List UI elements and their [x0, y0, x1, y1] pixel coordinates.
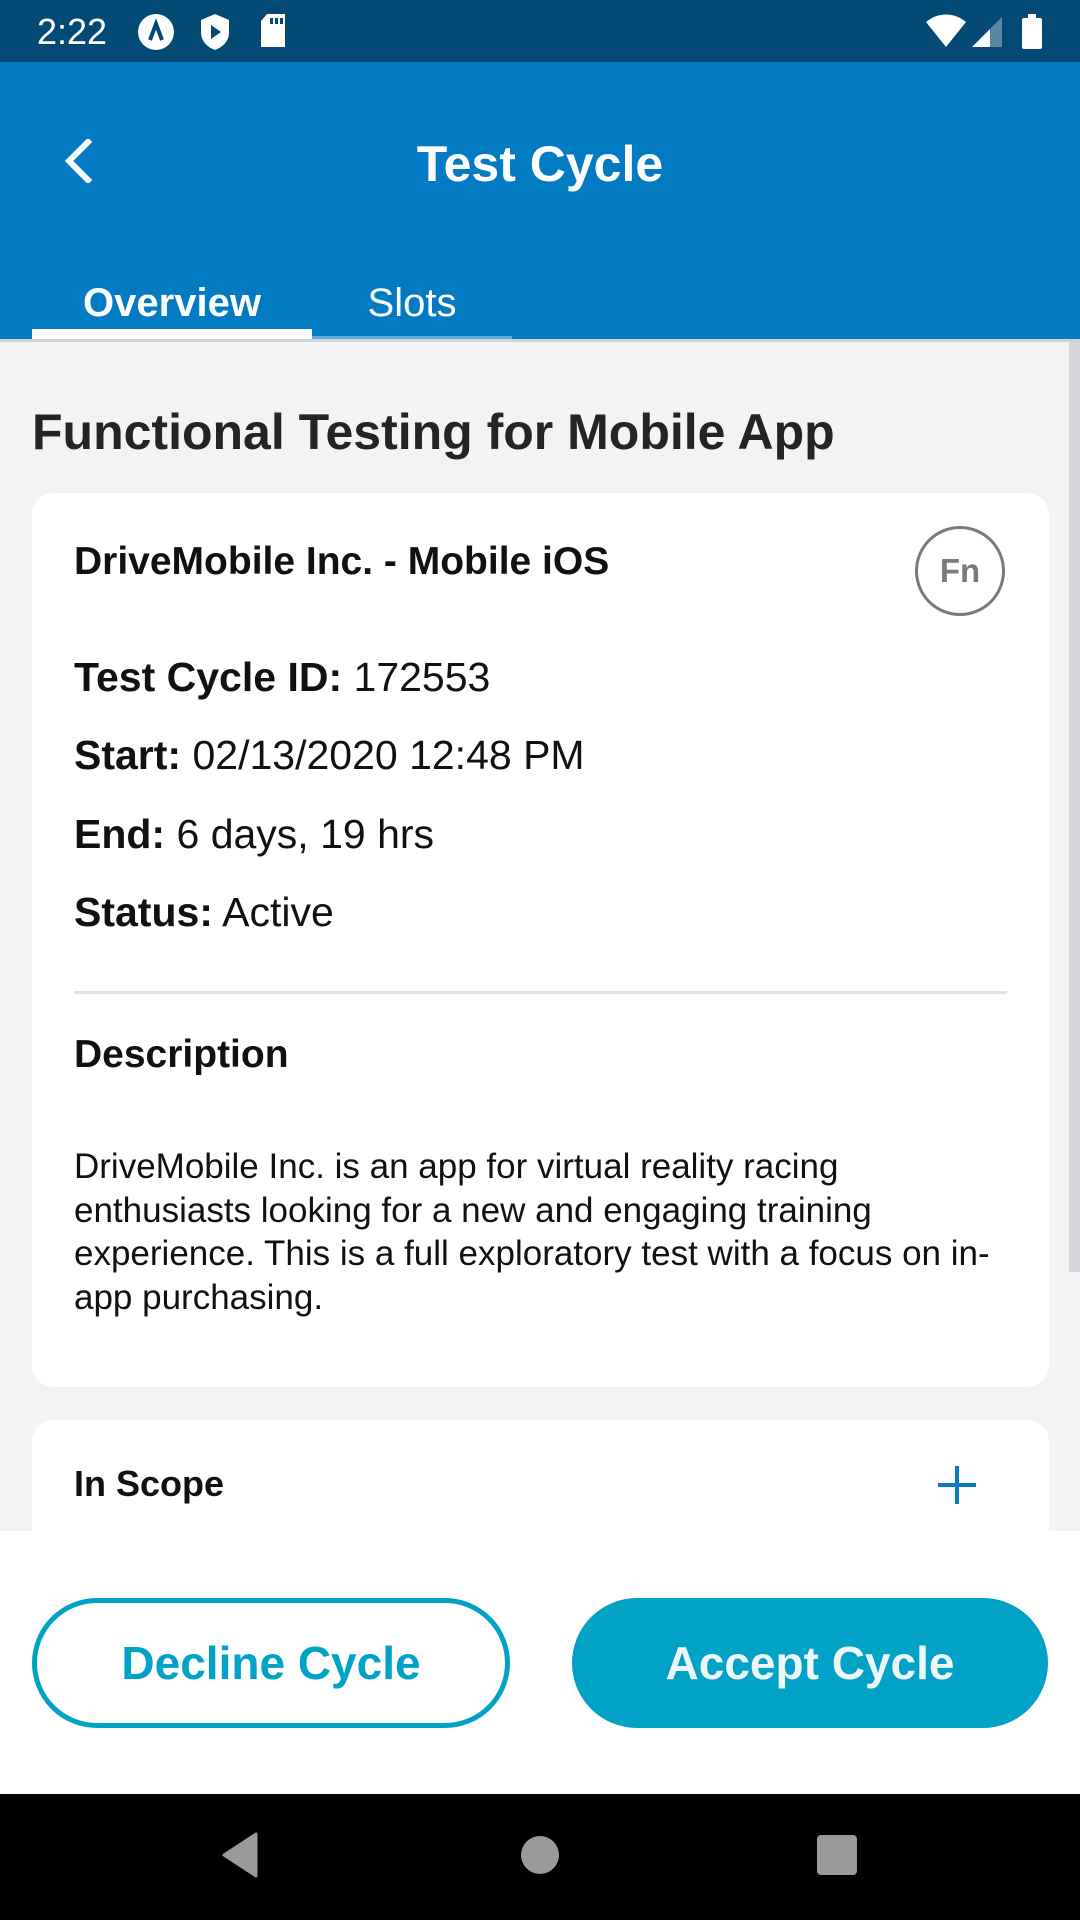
- app-notification-icon: [137, 13, 175, 56]
- field-value: 02/13/2020 12:48 PM: [192, 732, 585, 778]
- accept-cycle-button[interactable]: Accept Cycle: [572, 1598, 1048, 1728]
- system-nav-bar: [0, 1794, 1080, 1920]
- tab-overview[interactable]: Overview: [32, 277, 312, 329]
- sd-card-icon: [259, 13, 287, 54]
- plus-icon: [936, 1466, 978, 1510]
- test-type-badge: Fn: [915, 526, 1005, 616]
- field-end: End: 6 days, 19 hrs: [74, 808, 434, 860]
- nav-recents-button[interactable]: [807, 1832, 867, 1882]
- active-tab-indicator: [32, 329, 312, 339]
- recents-square-icon: [816, 1834, 858, 1881]
- divider: [74, 991, 1007, 994]
- action-footer: Decline Cycle Accept Cycle: [0, 1531, 1080, 1794]
- status-bar: 2:22: [0, 0, 1080, 62]
- description-text: DriveMobile Inc. is an app for virtual r…: [74, 1147, 990, 1317]
- test-cycle-card: DriveMobile Inc. - Mobile iOS Fn Test Cy…: [32, 493, 1049, 1387]
- in-scope-heading: In Scope: [74, 1463, 225, 1504]
- field-value: 6 days, 19 hrs: [176, 811, 435, 857]
- screen-title: Test Cycle: [416, 136, 664, 192]
- field-value: 172553: [353, 654, 491, 700]
- nav-home-button[interactable]: [510, 1832, 570, 1882]
- nav-back-button[interactable]: [210, 1832, 270, 1882]
- field-label: End:: [74, 811, 166, 857]
- wifi-icon: [924, 14, 968, 53]
- field-start: Start: 02/13/2020 12:48 PM: [74, 729, 585, 781]
- field-label: Test Cycle ID:: [74, 654, 343, 700]
- scrollbar-thumb[interactable]: [1069, 342, 1080, 1272]
- cell-signal-icon: [970, 16, 1004, 53]
- field-value: Active: [222, 889, 334, 935]
- field-status: Status: Active: [74, 886, 334, 938]
- battery-icon: [1021, 14, 1043, 55]
- back-triangle-icon: [220, 1832, 260, 1883]
- field-label: Start:: [74, 732, 182, 778]
- home-circle-icon: [520, 1835, 560, 1880]
- status-time: 2:22: [37, 11, 108, 52]
- field-label: Status:: [74, 889, 213, 935]
- client-name: DriveMobile Inc. - Mobile iOS: [74, 540, 610, 583]
- app-bar: Test Cycle Overview Slots: [0, 62, 1080, 339]
- decline-cycle-button[interactable]: Decline Cycle: [32, 1598, 510, 1728]
- page-title: Functional Testing for Mobile App: [32, 404, 835, 460]
- description-heading: Description: [74, 1033, 289, 1076]
- tab-slots[interactable]: Slots: [312, 277, 512, 329]
- app-bar-divider: [0, 339, 1080, 342]
- shield-play-icon: [199, 13, 231, 56]
- field-test-cycle-id: Test Cycle ID: 172553: [74, 651, 490, 703]
- expand-in-scope-button[interactable]: [936, 1464, 978, 1506]
